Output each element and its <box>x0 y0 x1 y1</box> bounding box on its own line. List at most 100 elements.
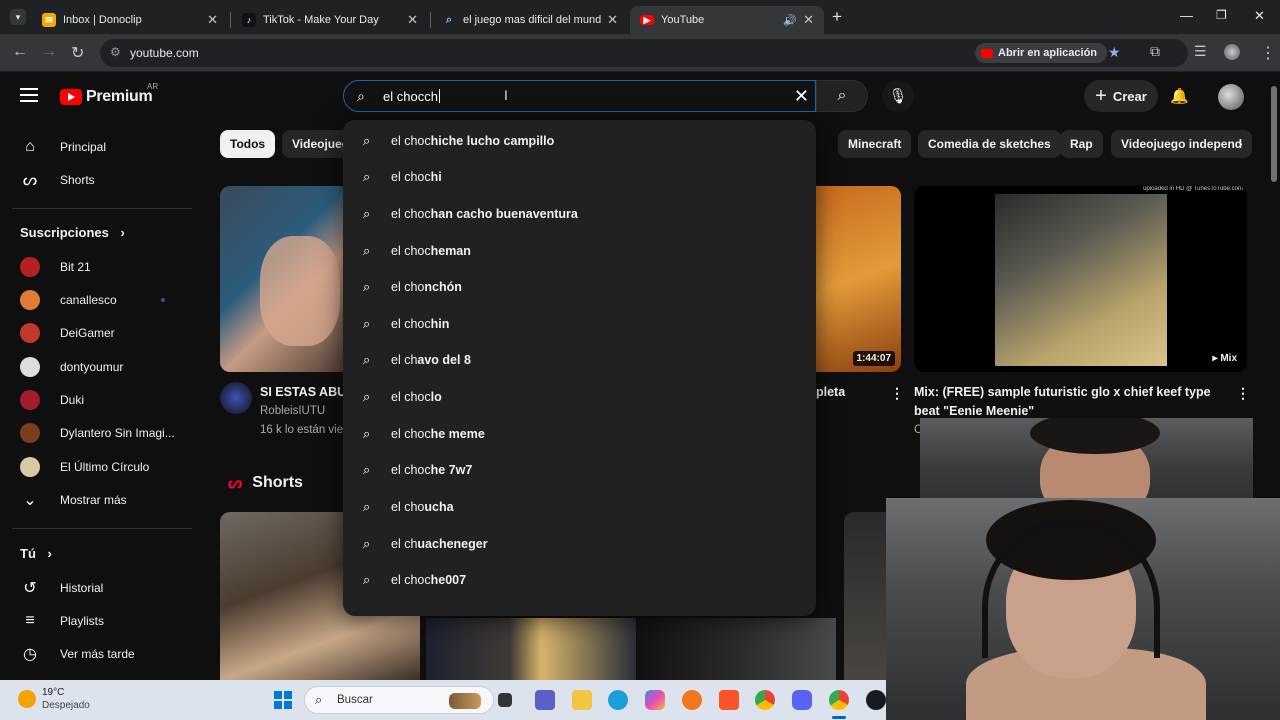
more-options-icon[interactable]: ⋮ <box>890 385 904 402</box>
account-avatar[interactable] <box>1218 84 1244 110</box>
clear-search-icon[interactable]: ✕ <box>794 86 809 107</box>
profile-avatar[interactable] <box>1224 44 1240 60</box>
video-thumbnail[interactable] <box>220 186 350 372</box>
show-more-button[interactable]: ⌄ Mostrar más <box>0 483 200 516</box>
tab-inbox[interactable]: ✉ Inbox | Donoclip ✕ <box>32 6 228 34</box>
discord-icon[interactable] <box>792 690 812 710</box>
search-suggestion[interactable]: ⌕ el chavo del 8 <box>343 342 816 378</box>
sidebar-item-channel[interactable]: canallesco <box>0 283 200 316</box>
short-thumbnail[interactable] <box>636 618 836 680</box>
address-bar[interactable]: ⚙ youtube.com Abrir en aplicación ★ <box>100 39 1188 67</box>
sidebar-item-channel[interactable]: Duki <box>0 383 200 416</box>
chrome-active-icon[interactable] <box>829 690 849 710</box>
sidebar-item-principal[interactable]: ⌂ Principal <box>0 130 200 163</box>
create-button[interactable]: + Crear <box>1084 80 1158 112</box>
search-suggestion[interactable]: ⌕ el choucha <box>343 489 816 525</box>
search-suggestion[interactable]: ⌕ el chonchón <box>343 269 816 305</box>
search-suggestion[interactable]: ⌕ el choche007 <box>343 562 816 598</box>
sidebar-item-channel[interactable]: Dylantero Sin Imagi... <box>0 416 200 449</box>
voice-search-button[interactable]: 🎙 <box>882 80 914 112</box>
notifications-bell-icon[interactable]: 🔔 <box>1170 87 1189 105</box>
search-suggestion[interactable]: ⌕ el choche meme <box>343 416 816 452</box>
video-thumbnail[interactable]: uploaded in HD @ TunesToTube.com ▸ Mix <box>914 186 1247 372</box>
short-thumbnail[interactable] <box>844 512 886 680</box>
windows-start-icon[interactable] <box>274 691 292 709</box>
speaker-icon[interactable]: 🔊 <box>783 14 797 27</box>
tab-separator <box>230 12 231 28</box>
scrollbar-thumb[interactable] <box>1271 86 1277 182</box>
fl-studio-icon[interactable] <box>682 690 702 710</box>
minimize-icon[interactable]: — <box>1180 8 1193 23</box>
sidebar-item-watch-later[interactable]: ◷ Ver más tarde <box>0 637 200 670</box>
search-suggestion[interactable]: ⌕ el chochiche lucho campillo <box>343 123 816 159</box>
search-input[interactable]: ⌕ el chocch I ✕ <box>343 80 816 112</box>
copilot-icon[interactable] <box>645 690 665 710</box>
sidebar-item-shorts[interactable]: ᔕ Shorts <box>0 163 200 196</box>
short-thumbnail[interactable] <box>426 618 636 680</box>
site-info-icon[interactable]: ⚙ <box>110 45 121 59</box>
tab-tiktok[interactable]: ♪ TikTok - Make Your Day ✕ <box>232 6 428 34</box>
search-button[interactable]: ⌕ <box>816 80 868 112</box>
search-suggestion[interactable]: ⌕ el chochi <box>343 159 816 195</box>
channel-avatar[interactable] <box>220 382 252 414</box>
taskbar-search[interactable]: ⌕ Buscar <box>304 686 494 714</box>
chip-comedia[interactable]: Comedia de sketches <box>918 130 1061 158</box>
video-title[interactable]: SI ESTAS ABU <box>260 383 346 402</box>
brave-icon[interactable] <box>719 690 739 710</box>
search-suggestion[interactable]: ⌕ el chocheman <box>343 233 816 269</box>
chrome-icon[interactable] <box>755 690 775 710</box>
task-view-icon[interactable] <box>498 693 512 707</box>
new-tab-button[interactable]: + <box>832 7 842 27</box>
media-controls-icon[interactable]: ☰ <box>1194 43 1207 60</box>
search-suggestion[interactable]: ⌕ el choclo <box>343 379 816 415</box>
chip-videojuego-independiente[interactable]: Videojuego independ <box>1111 130 1253 158</box>
search-suggestion[interactable]: ⌕ el chuacheneger <box>343 526 816 562</box>
more-options-icon[interactable]: ⋮ <box>1236 385 1250 402</box>
close-window-icon[interactable]: ✕ <box>1254 8 1265 24</box>
subscriptions-heading[interactable]: Suscripciones › <box>20 225 125 240</box>
tab-youtube[interactable]: ▶ YouTube 🔊 ✕ <box>630 6 824 34</box>
bookmark-star-icon[interactable]: ★ <box>1108 44 1121 61</box>
search-icon: ⌕ <box>363 572 371 587</box>
video-title[interactable]: Mix: (FREE) sample futuristic glo x chie… <box>914 383 1219 421</box>
you-heading[interactable]: Tú › <box>20 546 52 561</box>
video-thumbnail[interactable]: 1:44:07 <box>808 186 901 372</box>
edge-icon[interactable] <box>608 690 628 710</box>
reload-icon[interactable]: ↻ <box>71 43 84 63</box>
close-tab-icon[interactable]: ✕ <box>207 12 218 28</box>
sidebar-item-channel[interactable]: El Último Círculo <box>0 450 200 483</box>
chip-todos[interactable]: Todos <box>220 130 276 158</box>
sidebar-item-channel[interactable]: DeiGamer <box>0 316 200 349</box>
search-icon: ⌕ <box>363 243 371 258</box>
browser-menu-icon[interactable]: ⋮ <box>1260 43 1276 63</box>
chip-rap[interactable]: Rap <box>1060 130 1103 158</box>
file-explorer-icon[interactable] <box>572 690 592 710</box>
maximize-icon[interactable]: ❐ <box>1216 8 1227 22</box>
video-title[interactable]: pleta <box>816 383 845 402</box>
teams-icon[interactable] <box>535 690 555 710</box>
back-icon[interactable]: ← <box>12 43 28 61</box>
close-tab-icon[interactable]: ✕ <box>803 12 814 28</box>
sidebar-item-channel[interactable]: Bit 21 <box>0 250 200 283</box>
open-in-app-button[interactable]: Abrir en aplicación <box>975 43 1108 63</box>
sidebar-item-history[interactable]: ↺ Historial <box>0 571 200 604</box>
steam-icon[interactable] <box>866 690 886 710</box>
close-tab-icon[interactable]: ✕ <box>607 12 618 28</box>
close-tab-icon[interactable]: ✕ <box>407 12 418 28</box>
tab-search[interactable]: ⌕ el juego mas dificil del mundo ✕ <box>432 6 628 34</box>
search-suggestion[interactable]: ⌕ el chochin <box>343 306 816 342</box>
sidebar-item-playlists[interactable]: ≡ Playlists <box>0 604 200 637</box>
youtube-premium-logo[interactable]: Premium AR <box>60 82 158 106</box>
channel-name[interactable]: RobleisIUTU <box>260 405 325 417</box>
chevron-right-icon[interactable]: › <box>1238 135 1243 151</box>
weather-widget[interactable]: 19°C Despejado <box>18 686 90 712</box>
forward-icon[interactable]: → <box>41 43 57 61</box>
tab-list-button[interactable]: ▾ <box>10 9 26 25</box>
search-icon: ⌕ <box>837 87 847 104</box>
extensions-icon[interactable]: ⧉ <box>1150 43 1160 60</box>
search-suggestion[interactable]: ⌕ el choche 7w7 <box>343 452 816 488</box>
search-suggestion[interactable]: ⌕ el chochan cacho buenaventura <box>343 196 816 232</box>
sidebar-item-channel[interactable]: dontyoumur <box>0 350 200 383</box>
hamburger-menu-icon[interactable] <box>20 88 38 102</box>
chip-minecraft[interactable]: Minecraft <box>838 130 912 158</box>
